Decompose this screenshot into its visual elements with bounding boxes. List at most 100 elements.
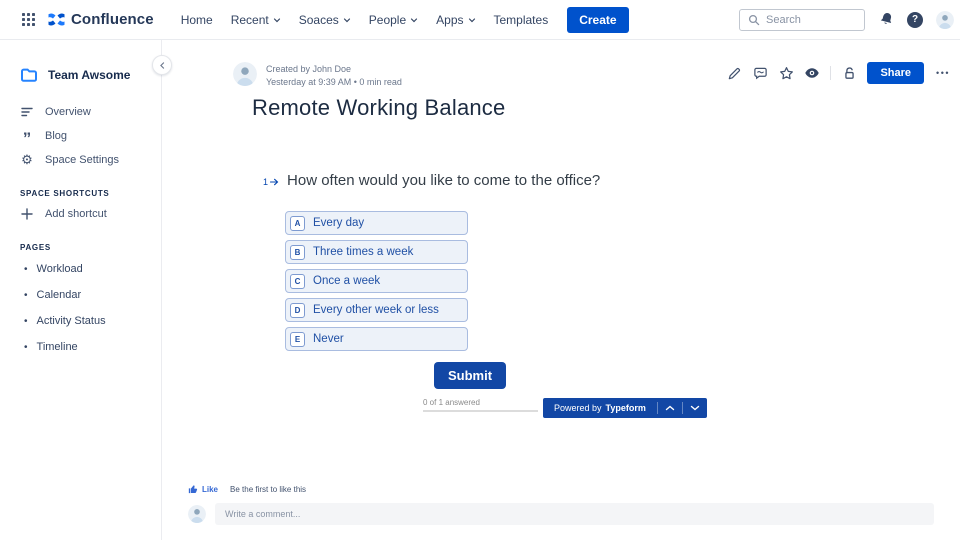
add-shortcut-label: Add shortcut <box>45 208 107 220</box>
star-icon[interactable] <box>778 65 794 81</box>
option-key: D <box>290 302 305 318</box>
pages-header: PAGES <box>20 243 51 252</box>
nav-item-label: People <box>368 12 407 27</box>
top-nav-left: Confluence Home Recent Soaces People Apps Tem… <box>22 6 629 33</box>
nav-item-label: Home <box>180 12 213 27</box>
confluence-app: Confluence Home Recent Soaces People Apps Tem… <box>0 0 960 540</box>
powered-by-typeform-link[interactable]: Powered by Typeform <box>543 398 657 418</box>
sidebar-item-label: Overview <box>45 106 91 118</box>
top-navigation: Confluence Home Recent Soaces People Apps Tem… <box>0 0 960 40</box>
page-item-calendar[interactable]: Calendar <box>0 282 161 308</box>
byline: Created by John Doe Yesterday at 9:39 AM… <box>233 58 402 87</box>
option-d[interactable]: D Every other week or less <box>285 298 468 322</box>
nav-item-apps[interactable]: Apps <box>431 9 480 31</box>
comment-input[interactable] <box>215 503 934 525</box>
like-row: Like Be the first to like this <box>188 484 306 494</box>
page-toolbar: Share ••• <box>726 62 952 84</box>
sidebar-collapse-button[interactable] <box>152 55 172 75</box>
app-switcher-icon[interactable] <box>22 13 35 26</box>
page-item-label: Timeline <box>36 341 78 353</box>
gear-icon: ⚙ <box>21 152 33 167</box>
typeform-widget-bar: Powered by Typeform <box>543 398 707 418</box>
progress-text: 0 of 1 answered <box>423 398 480 407</box>
nav-item-label: Templates <box>493 12 549 27</box>
create-button[interactable]: Create <box>567 6 629 33</box>
notifications-bell-icon[interactable] <box>878 12 894 28</box>
like-label: Like <box>202 484 219 494</box>
page-item-activity-status[interactable]: Activity Status <box>0 308 161 334</box>
sidebar-nav: Overview ” Blog ⚙ Space Settings <box>0 100 161 172</box>
submit-button[interactable]: Submit <box>434 362 507 389</box>
chevron-down-icon <box>468 16 476 24</box>
page-item-workload[interactable]: Workload <box>0 256 161 282</box>
commenter-avatar <box>188 505 206 523</box>
option-a[interactable]: A Every day <box>285 211 468 235</box>
confluence-logo[interactable]: Confluence <box>48 11 154 28</box>
nav-item-label: Soaces <box>298 12 339 27</box>
quote-icon: ” <box>22 129 32 148</box>
page-item-label: Workload <box>36 263 83 275</box>
option-label: Never <box>313 333 344 345</box>
space-folder-icon <box>20 66 38 84</box>
more-actions-icon[interactable]: ••• <box>934 66 952 80</box>
page-header: Created by John Doe Yesterday at 9:39 AM… <box>233 58 952 87</box>
page-content: Created by John Doe Yesterday at 9:39 AM… <box>162 40 960 540</box>
nav-item-label: Recent <box>230 12 269 27</box>
nav-item-home[interactable]: Home <box>176 9 218 31</box>
author-avatar[interactable] <box>233 62 257 86</box>
option-key: C <box>290 273 305 289</box>
sidebar-item-blog[interactable]: ” Blog <box>0 124 161 148</box>
chevron-down-icon <box>343 16 351 24</box>
sidebar-item-label: Blog <box>45 130 68 142</box>
byline-author: Created by John Doe <box>266 64 352 74</box>
sidebar-item-overview[interactable]: Overview <box>0 100 161 124</box>
share-button[interactable]: Share <box>867 62 925 84</box>
plus-icon <box>20 208 34 220</box>
question-number: 1 <box>263 177 269 187</box>
space-name: Team Awsome <box>48 68 131 82</box>
nav-item-people[interactable]: People <box>364 9 423 31</box>
like-button[interactable]: Like <box>188 484 218 494</box>
space-header[interactable]: Team Awsome <box>0 40 161 84</box>
option-label: Once a week <box>313 275 381 287</box>
nav-item-soaces[interactable]: Soaces <box>294 9 356 31</box>
search-box[interactable] <box>739 8 865 31</box>
space-shortcuts-header: SPACE SHORTCUTS <box>20 189 110 198</box>
watch-icon[interactable] <box>804 65 820 81</box>
chevron-down-icon <box>273 16 281 24</box>
option-c[interactable]: C Once a week <box>285 269 468 293</box>
search-input[interactable] <box>766 13 856 26</box>
sidebar-item-space-settings[interactable]: ⚙ Space Settings <box>0 148 161 172</box>
unrestricted-lock-icon[interactable] <box>841 65 857 81</box>
comment-icon[interactable] <box>752 65 768 81</box>
option-label: Every day <box>313 217 365 229</box>
page-item-label: Activity Status <box>36 315 106 327</box>
powered-by-prefix: Powered by <box>554 403 602 413</box>
nav-item-templates[interactable]: Templates <box>489 9 554 31</box>
option-b[interactable]: B Three times a week <box>285 240 468 264</box>
answer-options: A Every day B Three times a week C Once a wee… <box>285 211 468 356</box>
chevron-down-icon <box>410 16 418 24</box>
page-item-timeline[interactable]: Timeline <box>0 334 161 360</box>
chevron-down-icon[interactable] <box>683 398 707 418</box>
chevron-up-icon[interactable] <box>658 398 682 418</box>
option-label: Every other week or less <box>313 304 439 316</box>
typeform-brand: Typeform <box>605 403 646 413</box>
user-avatar[interactable] <box>936 10 954 29</box>
arrow-right-icon <box>270 178 279 186</box>
add-shortcut-button[interactable]: Add shortcut <box>0 202 161 226</box>
comment-row <box>188 503 934 525</box>
confluence-logo-mark-icon <box>48 12 65 27</box>
option-key: A <box>290 215 305 231</box>
space-sidebar: Team Awsome Overview ” Blog ⚙ Space Settings… <box>0 40 162 540</box>
byline-meta: Yesterday at 9:39 AM • 0 min read <box>266 77 402 87</box>
byline-text: Created by John Doe Yesterday at 9:39 AM… <box>266 58 402 87</box>
option-key: E <box>290 331 305 347</box>
edit-icon[interactable] <box>726 65 742 81</box>
nav-item-recent[interactable]: Recent <box>226 9 286 31</box>
option-e[interactable]: E Never <box>285 327 468 351</box>
top-nav-right: ? <box>739 8 954 31</box>
option-label: Three times a week <box>313 246 414 258</box>
help-icon[interactable]: ? <box>907 11 923 28</box>
toolbar-icons <box>726 65 820 81</box>
